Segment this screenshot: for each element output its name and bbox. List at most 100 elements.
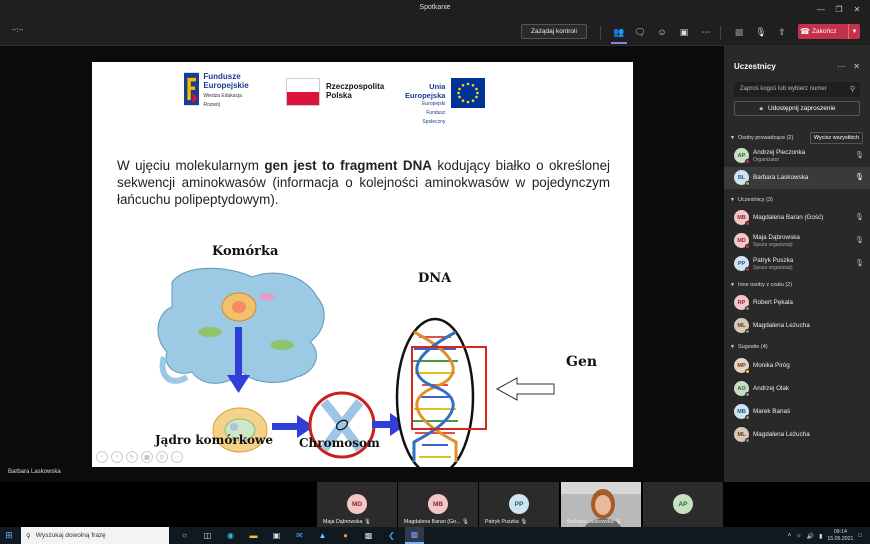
participant-item[interactable]: AP Andrzej Pieczonka Organizator 🎙 [734, 146, 864, 166]
avatar: AP [734, 148, 750, 164]
invite-search-placeholder: Zaproś kogoś lub wybierz numer [740, 86, 827, 92]
panel-actions: ⋯ ✕ [837, 62, 860, 71]
camera-off-icon[interactable]: ▩ [733, 26, 745, 38]
search-icon: ⚲ [849, 86, 855, 93]
gene-label: Gen [566, 354, 598, 370]
section-chat-people[interactable]: ▼ Inne osoby z czatu (2) [730, 282, 792, 288]
participant-item[interactable]: RP Robert Pękala [734, 293, 864, 313]
reactions-icon[interactable]: ☺ [656, 26, 668, 38]
presentation-slide: Fundusze Europejskie Wiedza Edukacja Roz… [92, 62, 633, 467]
more-options-icon[interactable]: ⋯ [837, 62, 845, 71]
mail-icon[interactable]: ✉ [290, 527, 309, 544]
participant-name: Andrzej Olak [753, 385, 790, 392]
tray-chevron-icon[interactable]: ˄ [788, 533, 792, 539]
edge-icon[interactable]: ◉ [221, 527, 240, 544]
volume-icon[interactable]: 🔊 [807, 533, 814, 540]
next-slide-icon[interactable]: › [111, 451, 123, 463]
close-window-icon[interactable]: ✕ [848, 2, 866, 16]
rp-line2: Polska [326, 91, 352, 100]
mic-off-icon: 🎙 [462, 519, 469, 525]
teams-icon[interactable]: ▩ [405, 527, 424, 544]
slides-icon[interactable]: ▦ [141, 451, 153, 463]
participant-name: Robert Pękala [753, 299, 793, 306]
windows-start-icon[interactable]: ⊞ [0, 530, 18, 541]
taskbar-clock[interactable]: 09:14 15.05.2021 [827, 529, 853, 543]
more-options-icon[interactable]: ⋯ [171, 451, 183, 463]
more-actions-icon[interactable]: ⋯ [700, 26, 712, 38]
share-screen-icon[interactable]: ⇧ [776, 26, 788, 38]
section-presenters[interactable]: ▼ Osoby prowadzące (2) [730, 135, 793, 141]
pen-icon[interactable]: ✎ [126, 451, 138, 463]
invite-search-input[interactable]: Zaproś kogoś lub wybierz numer ⚲ [734, 82, 860, 97]
tile-name: Barbara Laskowska 🎙 [567, 519, 622, 525]
share-invite-label: Udostępnij zaproszenie [767, 105, 836, 112]
section-title: Uczestnicy (3) [737, 197, 773, 203]
participants-icon[interactable]: 👥 [611, 26, 627, 44]
close-panel-icon[interactable]: ✕ [853, 62, 860, 71]
notifications-icon[interactable]: □ [858, 533, 862, 539]
firefox-icon[interactable]: ● [336, 527, 355, 544]
share-invite-button[interactable]: ⚭ Udostępnij zaproszenie [734, 101, 860, 116]
taskbar-search-placeholder: Wyszukaj dowolną frazę [35, 532, 106, 539]
participant-item[interactable]: MD Maja Dąbrowska Spoza organizacji 🎙 [734, 231, 864, 251]
panel-title: Uczestnicy [734, 62, 776, 71]
participant-item[interactable]: MP Monika Piróg [734, 356, 864, 376]
section-title: Sugestie (4) [737, 344, 768, 350]
participant-name: Barbara Laskowska [753, 174, 809, 181]
participant-name: Maja Dąbrowska [753, 234, 800, 241]
video-strip: MD Maja Dąbrowska 🎙 MB Magdalena Baran (… [0, 482, 724, 527]
avatar: MB [734, 210, 750, 226]
previous-slide-icon[interactable]: ‹ [96, 451, 108, 463]
chevron-down-icon[interactable]: ▼ [848, 24, 860, 39]
strip-filler [724, 482, 870, 527]
participant-name: Magdalena Leżucha [753, 431, 810, 438]
participant-item[interactable]: PP Patryk Puszka Spoza organizacji 🎙 [734, 254, 864, 274]
file-explorer-icon[interactable]: ▬ [244, 527, 263, 544]
participant-org: Spoza organizacji [753, 242, 793, 248]
participant-item[interactable]: ML Magdalena Leżucha [734, 316, 864, 336]
window-title: Spotkanie [419, 4, 451, 11]
zoom-icon[interactable]: ⚲ [156, 451, 168, 463]
participant-item[interactable]: AO Andrzej Olak [734, 379, 864, 399]
video-tile[interactable]: PP Patryk Puszka 🎙 [479, 482, 559, 527]
search-icon: ⚲ [26, 532, 31, 540]
video-tile[interactable]: MD Maja Dąbrowska 🎙 [317, 482, 397, 527]
section-title: Inne osoby z czatu (2) [737, 282, 793, 288]
section-attendees[interactable]: ▼ Uczestnicy (3) [730, 197, 773, 203]
video-tile[interactable]: MB Magdalena Baran (Go... 🎙 [398, 482, 478, 527]
participant-item[interactable]: MB Marek Banaś [734, 402, 864, 422]
participant-item[interactable]: BL Barbara Laskowska 🎙 [734, 168, 864, 188]
minimize-icon[interactable]: — [812, 2, 830, 16]
cortana-icon[interactable]: ○ [175, 527, 194, 544]
window-controls: — ❐ ✕ [812, 2, 866, 16]
vscode-icon[interactable]: ❮ [382, 527, 401, 544]
participant-item[interactable]: ML Magdalena Leżucha [734, 425, 864, 445]
participant-item[interactable]: MB Magdalena Baran (Gość) 🎙 [734, 208, 864, 228]
mic-off-icon[interactable]: 🎙 [755, 26, 767, 38]
mute-all-button[interactable]: Wycisz wszystkich [810, 132, 863, 144]
rooms-icon[interactable]: ▣ [678, 26, 690, 38]
nucleus-label: Jądro komórkowe [155, 433, 273, 447]
participant-name: Monika Piróg [753, 362, 790, 369]
dna-label: DNA [418, 271, 452, 286]
store-icon[interactable]: ▣ [267, 527, 286, 544]
system-tray: ˄ ☼ 🔊 ▮ 09:14 15.05.2021 □ [788, 528, 862, 544]
video-tile-self[interactable]: Barbara Laskowska 🎙 [561, 482, 641, 527]
task-view-icon[interactable]: ◫ [198, 527, 217, 544]
terminal-icon[interactable]: ▩ [359, 527, 378, 544]
video-tile[interactable]: AP [643, 482, 723, 527]
section-suggestions[interactable]: ▼ Sugestie (4) [730, 344, 768, 350]
tile-name: Maja Dąbrowska 🎙 [323, 519, 371, 525]
network-icon[interactable]: ☼ [796, 533, 802, 539]
chat-icon[interactable]: 🗨 [634, 26, 646, 38]
ue-line1: Unia Europejska [405, 82, 446, 100]
mic-off-icon: 🎙 [855, 214, 864, 221]
photos-icon[interactable]: ▲ [313, 527, 332, 544]
taskbar-search-input[interactable]: ⚲ Wyszukaj dowolną frazę [21, 527, 169, 544]
battery-icon[interactable]: ▮ [819, 533, 822, 540]
mic-off-icon: 🎙 [855, 152, 864, 159]
end-call-button[interactable]: ☎ Zakończ ▼ [798, 24, 860, 39]
restore-icon[interactable]: ❐ [830, 2, 848, 16]
participants-panel: Uczestnicy ⋯ ✕ Zaproś kogoś lub wybierz … [724, 46, 870, 482]
request-control-button[interactable]: Zażądaj kontroli [521, 24, 587, 39]
